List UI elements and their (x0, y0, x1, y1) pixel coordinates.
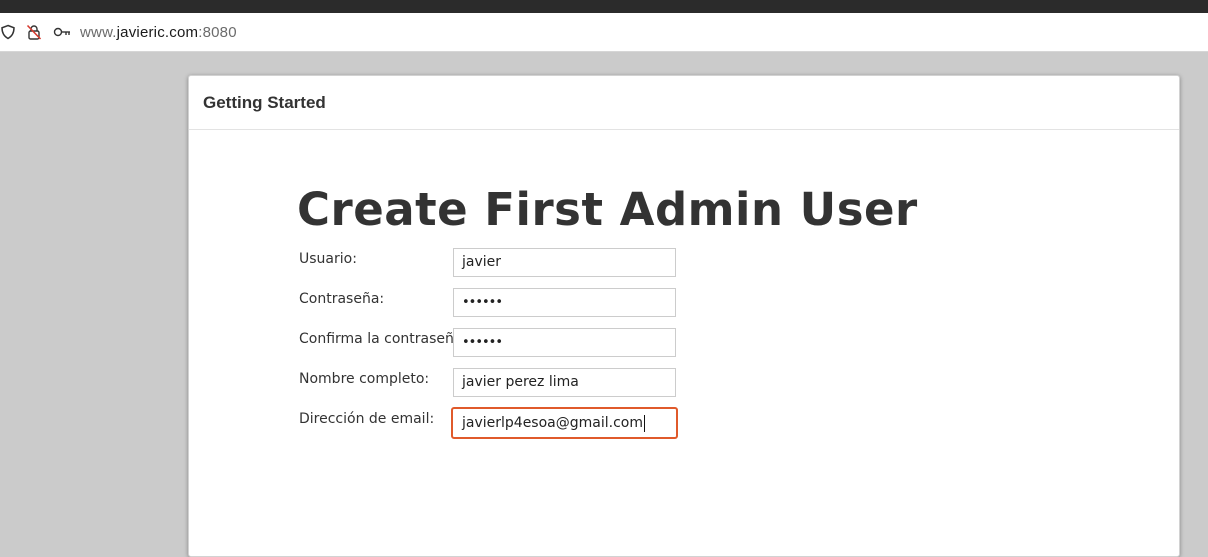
page-title: Create First Admin User (297, 183, 918, 236)
url-text[interactable]: www.javieric.com:8080 (80, 23, 237, 43)
url-prefix: www. (80, 24, 117, 41)
browser-top-strip (0, 0, 1208, 13)
key-icon[interactable] (53, 24, 70, 40)
address-bar[interactable]: www.javieric.com:8080 (0, 13, 1208, 52)
usuario-input[interactable]: javier (453, 248, 676, 277)
password-label: Contraseña: (299, 291, 385, 307)
lock-blocked-icon[interactable] (26, 24, 42, 40)
fullname-input[interactable]: javier perez lima (453, 368, 676, 397)
url-host: javieric.com (116, 24, 199, 41)
fullname-label: Nombre completo: (299, 371, 430, 387)
confirm-password-input[interactable]: •••••• (453, 328, 676, 357)
card-header: Getting Started (189, 76, 1179, 130)
password-input[interactable]: •••••• (453, 288, 676, 317)
email-input[interactable]: javierlp4esoa@gmail.com (451, 407, 678, 439)
email-value: javierlp4esoa@gmail.com (462, 415, 643, 431)
setup-card: Getting Started Create First Admin User … (188, 75, 1180, 557)
email-label: Dirección de email: (299, 411, 435, 427)
url-port: :8080 (198, 24, 237, 41)
text-caret (643, 414, 645, 432)
shield-icon[interactable] (0, 24, 16, 40)
confirm-password-label: Confirma la contraseña: (299, 331, 468, 347)
usuario-label: Usuario: (299, 251, 357, 267)
